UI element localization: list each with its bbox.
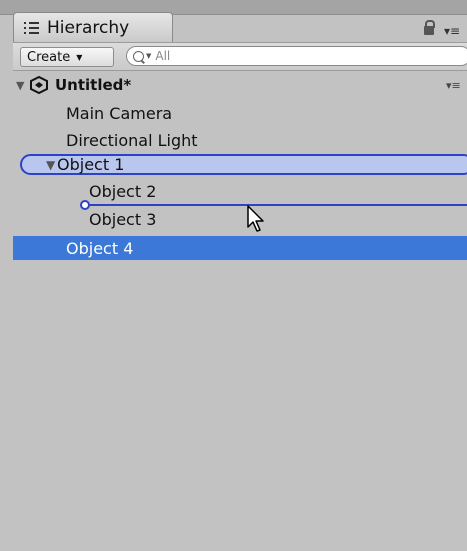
hierarchy-toolbar: Create ▼ ▼ All — [13, 42, 467, 71]
list-item[interactable]: Directional Light — [66, 128, 198, 152]
list-item[interactable]: Main Camera — [66, 101, 172, 125]
item-label: Object 3 — [89, 209, 157, 229]
scene-menu-icon[interactable]: ▾≡ — [446, 79, 461, 92]
item-label: Directional Light — [66, 130, 198, 150]
expand-triangle-icon[interactable]: ▼ — [46, 158, 55, 172]
hierarchy-tab[interactable]: Hierarchy — [13, 12, 173, 42]
item-label: Object 2 — [89, 181, 157, 201]
search-placeholder: All — [155, 49, 171, 63]
unity-scene-icon — [30, 76, 48, 94]
create-button-label: Create — [27, 49, 71, 65]
search-filter-dropdown-icon[interactable]: ▼ — [146, 52, 151, 60]
list-item[interactable]: Object 4 — [66, 236, 133, 260]
tab-title: Hierarchy — [47, 17, 130, 38]
lock-icon[interactable] — [424, 20, 435, 35]
item-label: Object 4 — [66, 238, 134, 258]
search-icon — [133, 50, 144, 62]
list-item[interactable]: Object 1 — [57, 152, 124, 176]
list-item[interactable]: Object 2 — [89, 179, 156, 203]
scene-name: Untitled* — [55, 76, 132, 94]
list-item[interactable]: Object 3 — [89, 207, 156, 231]
search-input[interactable]: ▼ All — [126, 46, 467, 66]
mouse-pointer-icon — [247, 205, 264, 232]
item-label: Main Camera — [66, 103, 173, 123]
chevron-down-icon: ▼ — [76, 52, 83, 62]
item-label: Object 1 — [57, 154, 125, 174]
list-icon — [24, 21, 42, 35]
tab-menu-icon[interactable]: ▾≡ — [444, 24, 460, 38]
scene-row[interactable]: ▼ Untitled* ▾≡ — [0, 74, 467, 97]
drop-insertion-line — [85, 204, 467, 206]
create-button[interactable]: Create ▼ — [20, 47, 114, 67]
expand-triangle-icon[interactable]: ▼ — [16, 79, 24, 92]
